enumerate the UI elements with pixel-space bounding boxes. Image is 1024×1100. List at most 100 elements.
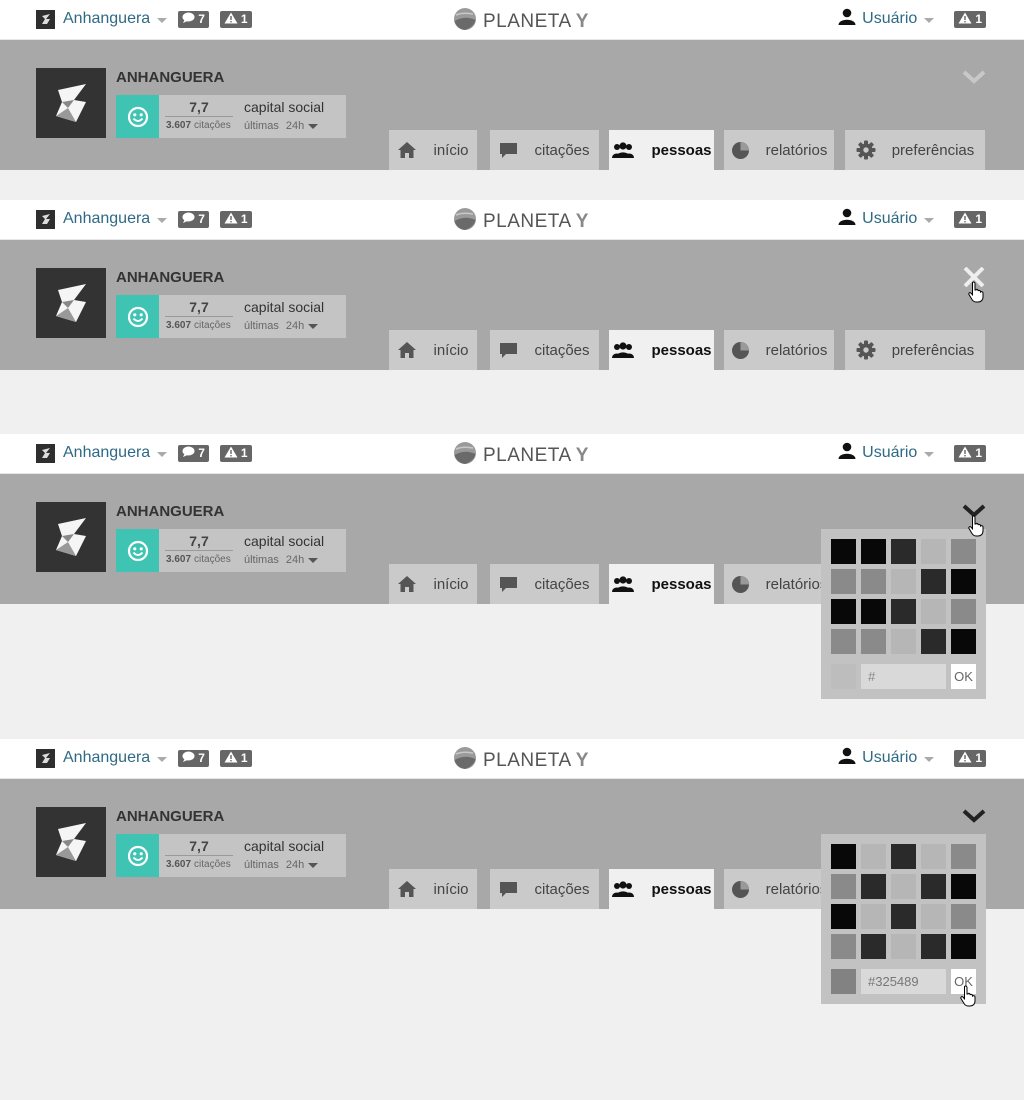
user-menu-link[interactable]: Usuário: [862, 749, 917, 767]
period-value[interactable]: 24h: [286, 554, 304, 566]
org-switcher[interactable]: Anhanguera 7 1: [36, 748, 252, 768]
alerts-badge[interactable]: 1: [219, 10, 252, 28]
tab-citacoes[interactable]: citações: [490, 564, 599, 604]
tab-citacoes[interactable]: citações: [490, 330, 599, 370]
chevron-down-icon[interactable]: [308, 557, 319, 563]
org-name-link[interactable]: Anhanguera: [63, 749, 150, 767]
tab-preferencias[interactable]: preferências: [845, 330, 985, 370]
period-value[interactable]: 24h: [286, 859, 304, 871]
color-swatch[interactable]: [951, 904, 976, 929]
planeta-y-logo[interactable]: PLANETA Y: [453, 207, 589, 236]
org-name-link[interactable]: Anhanguera: [63, 10, 150, 28]
user-menu-link[interactable]: Usuário: [862, 210, 917, 228]
color-swatch[interactable]: [831, 569, 856, 594]
color-swatch[interactable]: [861, 844, 886, 869]
tab-relatorios[interactable]: relatórios: [724, 869, 834, 909]
color-swatch[interactable]: [831, 539, 856, 564]
hex-color-input[interactable]: [861, 969, 946, 994]
chevron-down-icon[interactable]: [308, 862, 319, 868]
alerts-badge[interactable]: 1: [219, 210, 252, 228]
color-swatch[interactable]: [921, 539, 946, 564]
tab-pessoas[interactable]: pessoas: [609, 330, 714, 370]
messages-badge[interactable]: 7: [178, 210, 209, 228]
color-swatch[interactable]: [921, 874, 946, 899]
color-swatch[interactable]: [951, 844, 976, 869]
chevron-down-icon[interactable]: [308, 323, 319, 329]
chevron-down-icon[interactable]: [157, 756, 168, 762]
chevron-down-icon[interactable]: [924, 17, 935, 23]
color-swatch[interactable]: [861, 599, 886, 624]
messages-badge[interactable]: 7: [178, 444, 209, 462]
chevron-down-icon[interactable]: [924, 451, 935, 457]
tab-inicio[interactable]: início: [389, 869, 477, 909]
period-selector[interactable]: últimas 24h: [244, 120, 319, 132]
color-swatch[interactable]: [861, 539, 886, 564]
color-swatch[interactable]: [921, 904, 946, 929]
user-alerts-badge[interactable]: 1: [954, 444, 986, 462]
chevron-down-icon[interactable]: [924, 217, 935, 223]
tab-pessoas[interactable]: pessoas: [609, 869, 714, 909]
chevron-down-icon[interactable]: [157, 451, 168, 457]
tab-inicio[interactable]: início: [389, 564, 477, 604]
messages-badge[interactable]: 7: [178, 10, 209, 28]
tab-inicio[interactable]: início: [389, 130, 477, 170]
color-swatch[interactable]: [891, 874, 916, 899]
planeta-y-logo[interactable]: PLANETA Y: [453, 7, 589, 36]
color-swatch[interactable]: [891, 599, 916, 624]
color-swatch[interactable]: [831, 874, 856, 899]
tab-relatorios[interactable]: relatórios: [724, 130, 834, 170]
color-swatch[interactable]: [951, 874, 976, 899]
expand-panel-button[interactable]: [962, 67, 986, 87]
alerts-badge[interactable]: 1: [219, 444, 252, 462]
period-selector[interactable]: últimas 24h: [244, 859, 319, 871]
tab-preferencias[interactable]: preferências: [845, 130, 985, 170]
tab-pessoas[interactable]: pessoas: [609, 564, 714, 604]
color-swatch[interactable]: [831, 629, 856, 654]
org-switcher[interactable]: Anhanguera 7 1: [36, 443, 252, 463]
tab-pessoas[interactable]: pessoas: [609, 130, 714, 170]
period-selector[interactable]: últimas 24h: [244, 554, 319, 566]
chevron-down-icon[interactable]: [157, 17, 168, 23]
messages-badge[interactable]: 7: [178, 749, 209, 767]
user-alerts-badge[interactable]: 1: [954, 210, 986, 228]
color-swatch[interactable]: [951, 629, 976, 654]
hex-color-input[interactable]: [861, 664, 946, 689]
period-value[interactable]: 24h: [286, 320, 304, 332]
color-swatch[interactable]: [921, 599, 946, 624]
period-selector[interactable]: últimas 24h: [244, 320, 319, 332]
color-swatch[interactable]: [951, 539, 976, 564]
user-alerts-badge[interactable]: 1: [954, 10, 986, 28]
user-menu-link[interactable]: Usuário: [862, 444, 917, 462]
color-swatch[interactable]: [921, 844, 946, 869]
color-swatch[interactable]: [891, 844, 916, 869]
color-swatch[interactable]: [891, 629, 916, 654]
org-switcher[interactable]: Anhanguera 7 1: [36, 209, 252, 229]
color-swatch[interactable]: [891, 904, 916, 929]
planeta-y-logo[interactable]: PLANETA Y: [453, 746, 589, 775]
alerts-badge[interactable]: 1: [219, 749, 252, 767]
color-swatch[interactable]: [951, 934, 976, 959]
org-name-link[interactable]: Anhanguera: [63, 210, 150, 228]
tab-relatorios[interactable]: relatórios: [724, 330, 834, 370]
color-swatch[interactable]: [921, 629, 946, 654]
color-swatch[interactable]: [831, 844, 856, 869]
color-swatch[interactable]: [861, 569, 886, 594]
user-alerts-badge[interactable]: 1: [954, 749, 986, 767]
color-swatch[interactable]: [951, 569, 976, 594]
tab-citacoes[interactable]: citações: [490, 869, 599, 909]
color-swatch[interactable]: [861, 874, 886, 899]
tab-citacoes[interactable]: citações: [490, 130, 599, 170]
tab-relatorios[interactable]: relatórios: [724, 564, 834, 604]
color-swatch[interactable]: [831, 934, 856, 959]
chevron-down-icon[interactable]: [308, 123, 319, 129]
color-swatch[interactable]: [831, 904, 856, 929]
color-swatch[interactable]: [861, 629, 886, 654]
ok-button[interactable]: OK: [951, 664, 976, 689]
tab-inicio[interactable]: início: [389, 330, 477, 370]
user-menu-link[interactable]: Usuário: [862, 10, 917, 28]
color-swatch[interactable]: [831, 599, 856, 624]
planeta-y-logo[interactable]: PLANETA Y: [453, 441, 589, 470]
org-name-link[interactable]: Anhanguera: [63, 444, 150, 462]
color-swatch[interactable]: [861, 934, 886, 959]
color-swatch[interactable]: [921, 569, 946, 594]
